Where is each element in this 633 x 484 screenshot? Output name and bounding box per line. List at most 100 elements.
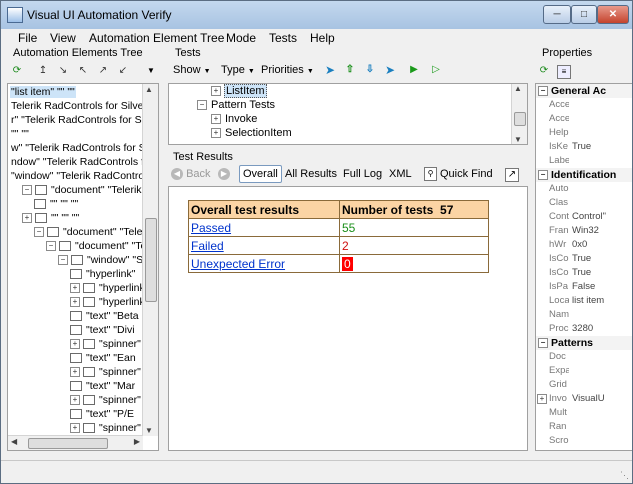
tree-node[interactable]: "window" "Telerik RadControls (10, 169, 153, 183)
refresh-icon[interactable]: ⟳ (538, 65, 550, 77)
toolbar-overflow-icon[interactable]: ▼ (145, 65, 157, 77)
tree-node[interactable]: −"document" "Telerik Ra (34, 225, 158, 239)
collapse-icon[interactable]: − (34, 227, 44, 238)
tree-node[interactable]: + "hyperlink" (70, 281, 149, 295)
property-row[interactable]: Ran (536, 420, 632, 434)
expand-icon[interactable]: + (211, 86, 221, 97)
tree-node[interactable]: + "spinner" " (70, 337, 149, 351)
test-node[interactable]: − Pattern Tests (197, 98, 276, 112)
property-row[interactable]: Help (536, 126, 632, 140)
property-pages-icon[interactable]: ≡ (557, 65, 571, 79)
run-step-icon[interactable]: ▷ (430, 64, 442, 76)
tab-overall[interactable]: Overall (239, 165, 282, 183)
test-node[interactable]: + SelectionItem (211, 126, 293, 140)
refresh-icon[interactable]: ⟳ (11, 65, 23, 77)
back-button[interactable]: ◀ Back (168, 165, 214, 183)
close-button[interactable]: ✕ (597, 5, 629, 24)
property-row[interactable]: Scro (536, 434, 632, 448)
tree-node[interactable]: "text" "Beta (70, 309, 140, 323)
collapse-icon[interactable]: − (538, 338, 548, 349)
tree-node[interactable]: "hyperlink" (70, 267, 136, 281)
menu-file[interactable]: File (18, 31, 37, 45)
expand-icon[interactable]: + (70, 367, 80, 378)
tree-scroll-thumb[interactable] (145, 218, 157, 302)
tree-horizontal-scrollbar[interactable]: ◀ ▶ (8, 435, 143, 450)
scroll-up-icon[interactable]: ▲ (145, 85, 153, 94)
export-icon[interactable]: ↗ (505, 168, 519, 182)
goto-next-sibling-icon[interactable]: ↗ (97, 65, 109, 77)
collapse-icon[interactable]: − (58, 255, 68, 266)
test-node[interactable]: + Invoke (211, 112, 258, 126)
quick-find-button[interactable]: ⚲ Quick Find (421, 165, 496, 183)
property-category[interactable]: − General Ac (536, 84, 632, 98)
tree-node[interactable]: "" "" "" (34, 197, 79, 211)
collapse-icon[interactable]: − (197, 100, 207, 111)
expand-icon[interactable]: + (70, 339, 80, 350)
menu-tests[interactable]: Tests (269, 31, 297, 45)
passed-cell[interactable]: Passed (188, 218, 340, 237)
menu-view[interactable]: View (50, 31, 76, 45)
expand-icon[interactable]: + (537, 394, 547, 404)
property-row[interactable]: hWr 0x0 (536, 238, 632, 252)
scroll-down-icon[interactable]: ▼ (514, 135, 522, 144)
tree-node[interactable]: "text" "Ean (70, 351, 137, 365)
expand-icon[interactable]: + (211, 128, 221, 139)
scroll-down-icon[interactable]: ▼ (145, 426, 153, 435)
property-row[interactable]: Nam (536, 308, 632, 322)
goto-last-child-icon[interactable]: ↙ (117, 65, 129, 77)
tree-node[interactable]: Telerik RadControls for Silverlight (10, 99, 158, 113)
tree-node[interactable]: + "spinner" " (70, 365, 149, 379)
expand-icon[interactable]: + (211, 114, 221, 125)
property-row[interactable]: Loca list item (536, 294, 632, 308)
menu-automation-element-tree[interactable]: Automation Element Tree (89, 31, 224, 45)
property-row[interactable]: Auto (536, 182, 632, 196)
property-row[interactable]: Cont Control" (536, 210, 632, 224)
tree-node[interactable]: "text" "P/E (70, 407, 135, 421)
goto-parent-icon[interactable]: ↥ (37, 65, 49, 77)
resize-grip-icon[interactable]: ⋱ (620, 470, 629, 481)
tree-vertical-scrollbar[interactable]: ▲ ▼ (142, 84, 158, 436)
property-row[interactable]: Expa (536, 364, 632, 378)
tree-hscroll-thumb[interactable] (28, 438, 108, 449)
menu-help[interactable]: Help (310, 31, 335, 45)
scroll-up-icon[interactable]: ▲ (514, 84, 522, 93)
tab-xml[interactable]: XML (386, 165, 415, 183)
goto-prev-sibling-icon[interactable]: ↖ (77, 65, 89, 77)
tree-node[interactable]: −"document" "Telerik RadCo (22, 183, 158, 197)
tests-vertical-scrollbar[interactable]: ▲ ▼ (511, 84, 527, 144)
failed-cell[interactable]: Failed (188, 236, 340, 255)
arrow-right-icon[interactable]: ➤ (384, 64, 396, 76)
tree-node[interactable]: + "spinner" " (70, 393, 149, 407)
tree-node[interactable]: r" "Telerik RadControls for Silve (10, 113, 158, 127)
property-row[interactable]: Fran Win32 (536, 224, 632, 238)
property-row[interactable]: Mult (536, 406, 632, 420)
property-row[interactable]: Grid (536, 378, 632, 392)
type-dropdown[interactable]: Type ▼ (218, 61, 258, 79)
goto-first-child-icon[interactable]: ↘ (57, 65, 69, 77)
unexpected-error-link[interactable]: Unexpected Error (191, 257, 285, 271)
property-row[interactable]: IsCo True (536, 252, 632, 266)
test-node[interactable]: + ListItem (211, 84, 267, 98)
property-row[interactable]: Doc (536, 350, 632, 364)
expand-icon[interactable]: + (70, 283, 80, 294)
scroll-right-icon[interactable]: ▶ (134, 437, 140, 446)
property-row[interactable]: Acce (536, 112, 632, 126)
property-row[interactable]: IsPa False (536, 280, 632, 294)
tree-node[interactable]: "list item" "" "" (10, 85, 76, 99)
property-row[interactable]: + Invo VisualU (536, 392, 632, 406)
property-row[interactable]: Acce (536, 98, 632, 112)
tree-node[interactable]: + "hyperlink" (70, 295, 149, 309)
unexpected-error-cell[interactable]: Unexpected Error (188, 254, 340, 273)
expand-icon[interactable]: + (70, 423, 80, 434)
expand-icon[interactable]: + (70, 297, 80, 308)
collapse-icon[interactable]: − (22, 185, 32, 196)
property-row[interactable]: Clas (536, 196, 632, 210)
tree-node[interactable]: + "spinner" " (70, 421, 149, 435)
priorities-dropdown[interactable]: Priorities ▼ (258, 61, 317, 79)
arrow-down-icon[interactable]: ⇩ (364, 64, 376, 76)
menu-mode[interactable]: Mode (226, 31, 256, 45)
run-icon[interactable]: ▶ (408, 64, 420, 76)
collapse-icon[interactable]: − (538, 86, 548, 97)
arrow-up-icon[interactable]: ⇧ (344, 64, 356, 76)
collapse-icon[interactable]: − (538, 170, 548, 181)
